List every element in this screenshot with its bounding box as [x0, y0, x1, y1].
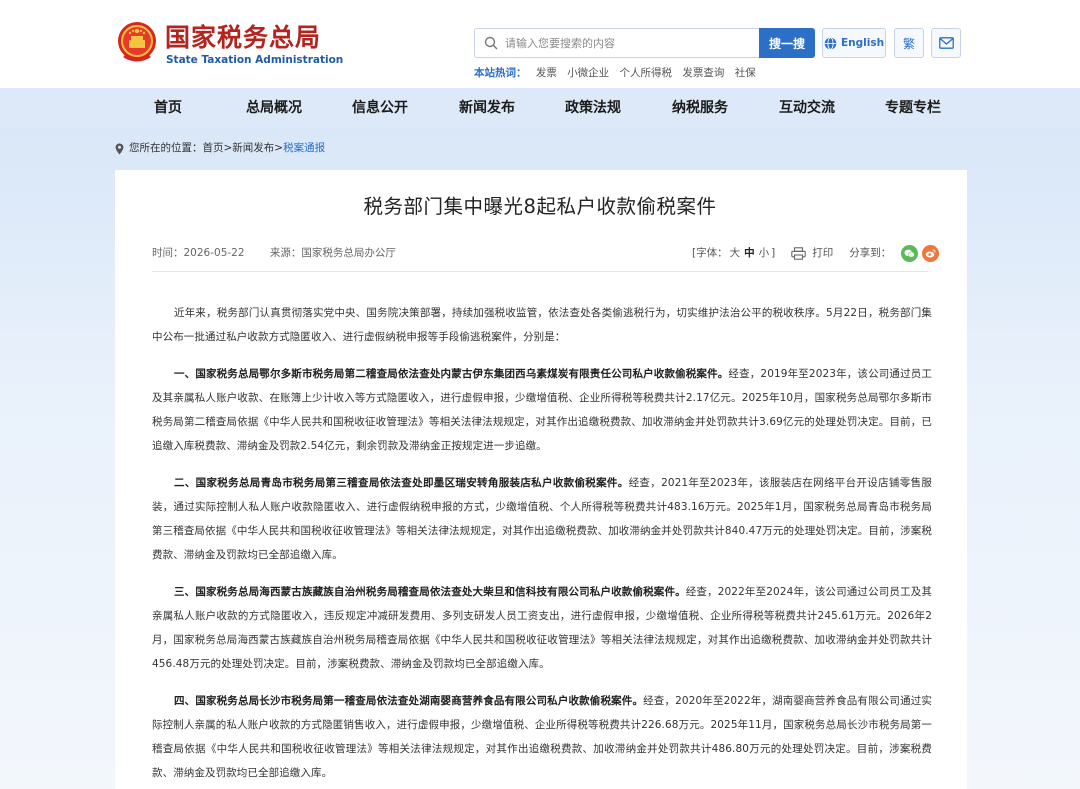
search-button[interactable]: 搜一搜 [759, 28, 815, 58]
hot-word[interactable]: 发票查询 [682, 67, 724, 79]
mail-button[interactable] [931, 28, 961, 58]
article-paragraph: 近年来，税务部门认真贯彻落实党中央、国务院决策部署，持续加强税收监管，依法查处各… [152, 301, 932, 349]
article-paragraph: 一、国家税务总局鄂尔多斯市税务局第二稽查局依法查处内蒙古伊东集团西乌素煤炭有限责… [152, 362, 932, 458]
font-size-medium[interactable]: 中 [744, 244, 755, 262]
nav-topics[interactable]: 专题专栏 [863, 88, 963, 128]
site-header: 国家税务总局 State Taxation Administration 搜一搜… [0, 0, 1080, 88]
nav-interaction[interactable]: 互动交流 [757, 88, 857, 128]
wechat-share-icon[interactable] [901, 244, 919, 262]
site-name-en[interactable]: State Taxation Administration [166, 54, 343, 66]
font-size-suffix: ] [771, 247, 776, 259]
article-date: 时间：2026-05-22 [152, 247, 245, 259]
breadcrumb-current[interactable]: 税案通报 [283, 142, 325, 155]
article-paragraph: 四、国家税务总局长沙市税务局第一稽查局依法查处湖南婴商营养食品有限公司私户收款偷… [152, 689, 932, 785]
article-title: 税务部门集中曝光8起私户收款偷税案件 [363, 195, 717, 218]
globe-icon [824, 36, 837, 50]
nav-home[interactable]: 首页 [118, 88, 218, 128]
breadcrumb-prefix: 您所在的位置： [129, 142, 203, 154]
printer-icon [791, 246, 806, 260]
article-tools: [字体： 大 中 小 ] 打印 分享到： [692, 244, 940, 262]
english-label: English [840, 37, 885, 49]
paragraph-heading: 三、国家税务总局海西蒙古族藏族自治州税务局稽查局依法查处大柴旦和信科技有限公司私… [174, 586, 686, 598]
nav-news[interactable]: 新闻发布 [437, 88, 537, 128]
hot-word[interactable]: 发票 [536, 67, 557, 79]
nav-overview[interactable]: 总局概况 [224, 88, 324, 128]
main-nav: 首页 总局概况 信息公开 新闻发布 政策法规 纳税服务 互动交流 专题专栏 [0, 88, 1080, 128]
paragraph-heading: 一、国家税务总局鄂尔多斯市税务局第二稽查局依法查处内蒙古伊东集团西乌素煤炭有限责… [174, 368, 729, 380]
english-button[interactable]: English [822, 28, 886, 58]
font-size-large[interactable]: 大 [730, 244, 741, 262]
site-name[interactable]: 国家税务总局 [165, 23, 321, 53]
search-icon [484, 36, 498, 50]
paragraph-text: 经查，2021年至2023年，该服装店在网络平台开设店铺零售服装，通过实际控制人… [152, 477, 932, 561]
paragraph-text: 经查，2019年至2023年，该公司通过员工及其亲属私人账户收款、在账簿上少计收… [152, 368, 932, 452]
paragraph-text: 近年来，税务部门认真贯彻落实党中央、国务院决策部署，持续加强税收监管，依法查处各… [152, 307, 932, 343]
national-emblem-icon[interactable] [116, 20, 158, 64]
location-pin-icon [115, 143, 124, 154]
meta-divider [152, 271, 928, 272]
font-size-prefix: [字体： [692, 247, 728, 259]
search-input[interactable] [505, 29, 755, 57]
mail-icon [938, 37, 954, 49]
font-size-small[interactable]: 小 [759, 244, 770, 262]
paragraph-text: 经查，2022年至2024年，该公司通过公司员工及其亲属私人账户收款的方式隐匿收… [152, 586, 932, 670]
traditional-chinese-button[interactable]: 繁 [894, 28, 924, 58]
paragraph-heading: 二、国家税务总局青岛市税务局第三稽查局依法查处即墨区瑞安转角服装店私户收款偷税案… [174, 477, 629, 489]
share-label: 分享到： [849, 247, 892, 259]
article-paragraph: 二、国家税务总局青岛市税务局第三稽查局依法查处即墨区瑞安转角服装店私户收款偷税案… [152, 471, 932, 567]
hot-word[interactable]: 个人所得税 [620, 67, 673, 79]
article-meta: 时间：2026-05-22 来源：国家税务总局办公厅 [152, 246, 418, 260]
hot-word[interactable]: 小微企业 [567, 67, 609, 79]
breadcrumb: 您所在的位置： 首页>新闻发布> 税案通报 [115, 142, 325, 155]
article-paragraph: 三、国家税务总局海西蒙古族藏族自治州税务局稽查局依法查处大柴旦和信科技有限公司私… [152, 580, 932, 676]
nav-info-disclosure[interactable]: 信息公开 [330, 88, 430, 128]
paragraph-text: 经查，2020年至2022年，湖南婴商营养食品有限公司通过实际控制人亲属的私人账… [152, 695, 932, 779]
search-box [474, 28, 760, 58]
weibo-share-icon[interactable] [922, 244, 940, 262]
print-button[interactable]: 打印 [791, 244, 833, 262]
print-label: 打印 [812, 247, 834, 259]
hot-words-label: 本站热词： [474, 67, 527, 79]
hot-word[interactable]: 社保 [735, 67, 756, 79]
article-source: 来源：国家税务总局办公厅 [269, 247, 396, 259]
breadcrumb-path[interactable]: 首页>新闻发布> [203, 142, 284, 155]
paragraph-heading: 四、国家税务总局长沙市税务局第一稽查局依法查处湖南婴商营养食品有限公司私户收款偷… [174, 695, 644, 707]
hot-words: 本站热词： 发票 小微企业 个人所得税 发票查询 社保 [474, 67, 763, 79]
nav-policy[interactable]: 政策法规 [543, 88, 643, 128]
nav-tax-service[interactable]: 纳税服务 [650, 88, 750, 128]
